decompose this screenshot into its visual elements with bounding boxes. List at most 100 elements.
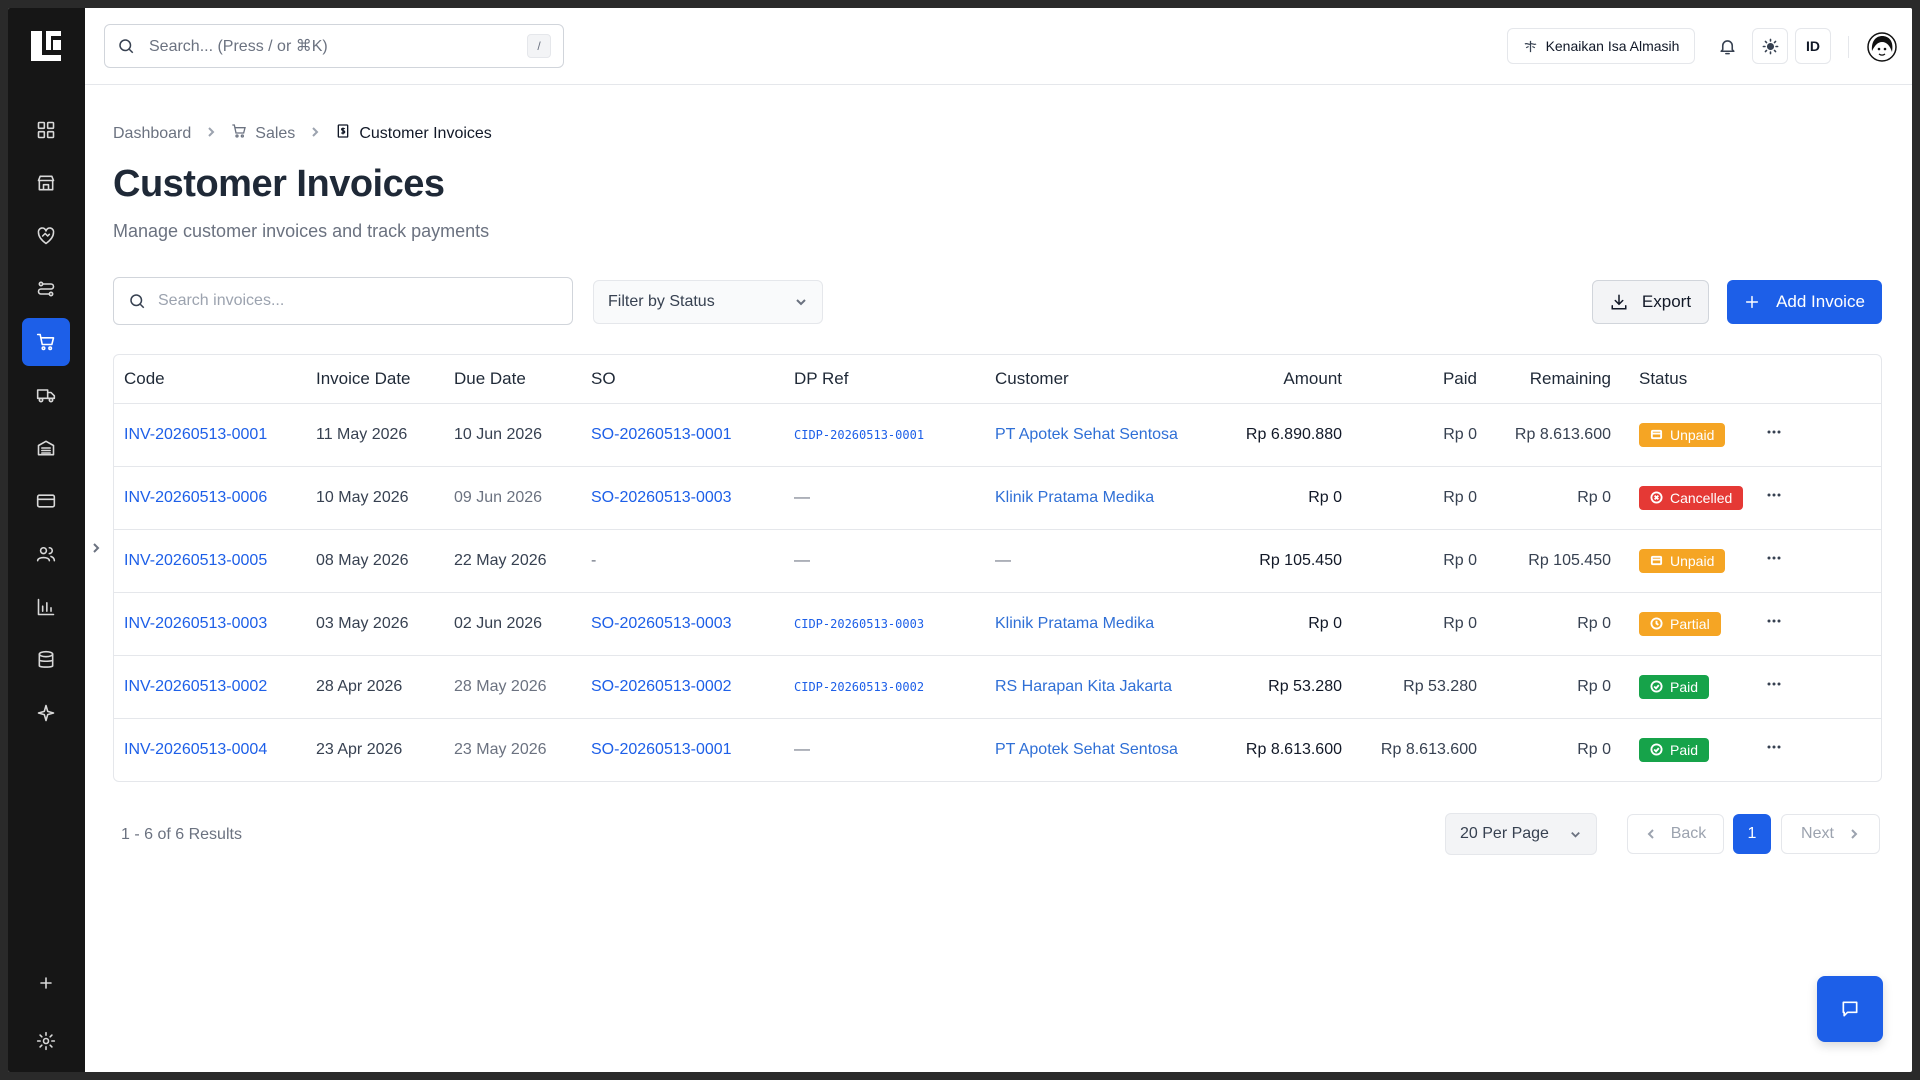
customer-link[interactable]: PT Apotek Sehat Sentosa bbox=[995, 741, 1178, 758]
table-row[interactable]: INV-20260513-0002 28 Apr 2026 28 May 2026 S… bbox=[114, 655, 1881, 719]
customer-empty: — bbox=[995, 551, 1011, 569]
remaining-cell: Rp 0 bbox=[1487, 466, 1621, 530]
status-unpaid-icon bbox=[1650, 429, 1663, 440]
status-badge: Cancelled bbox=[1639, 485, 1744, 510]
add-invoice-button[interactable]: Add Invoice bbox=[1727, 280, 1882, 324]
invoice-date-cell: 28 Apr 2026 bbox=[306, 655, 444, 719]
sidebar-item-partners[interactable] bbox=[22, 212, 70, 260]
per-page-select[interactable]: 20 Per Page bbox=[1445, 813, 1597, 855]
paid-cell: Rp 53.280 bbox=[1352, 655, 1487, 719]
sidebar-item-dashboard[interactable] bbox=[22, 106, 70, 154]
invoice-code-link[interactable]: INV-20260513-0005 bbox=[124, 552, 267, 569]
remaining-cell: Rp 0 bbox=[1487, 655, 1621, 719]
breadcrumb-sales[interactable]: Sales bbox=[231, 123, 295, 144]
app-logo[interactable] bbox=[28, 28, 64, 64]
customer-link[interactable]: PT Apotek Sehat Sentosa bbox=[995, 426, 1178, 443]
table-row[interactable]: INV-20260513-0006 10 May 2026 09 Jun 2026 S… bbox=[114, 466, 1881, 530]
table-row[interactable]: INV-20260513-0005 08 May 2026 22 May 2026-… bbox=[114, 529, 1881, 593]
users-icon bbox=[36, 546, 56, 562]
language-code: ID bbox=[1806, 38, 1820, 54]
so-link[interactable]: SO-20260513-0003 bbox=[591, 489, 732, 506]
status-label: Paid bbox=[1670, 741, 1699, 758]
pagination-page-1[interactable]: 1 bbox=[1733, 814, 1771, 854]
bar-chart-icon bbox=[37, 598, 55, 616]
sidebar-item-ai[interactable] bbox=[22, 689, 70, 737]
more-horizontal-icon bbox=[1767, 745, 1781, 749]
dp-ref-link[interactable]: CIDP-20260513-0002 bbox=[794, 680, 924, 694]
breadcrumb-current-label: Customer Invoices bbox=[359, 124, 492, 142]
pagination-next-button[interactable]: Next bbox=[1781, 814, 1880, 854]
language-button[interactable]: ID bbox=[1795, 28, 1831, 64]
breadcrumb-dashboard[interactable]: Dashboard bbox=[113, 125, 191, 143]
table-row[interactable]: INV-20260513-0003 03 May 2026 02 Jun 2026 S… bbox=[114, 592, 1881, 656]
avatar[interactable] bbox=[1865, 30, 1899, 64]
header-status[interactable]: Status bbox=[1621, 355, 1756, 404]
due-date-cell: 28 May 2026 bbox=[444, 655, 581, 719]
header-so[interactable]: SO bbox=[581, 355, 784, 404]
row-actions-button[interactable] bbox=[1766, 679, 1782, 696]
global-search-input[interactable]: Search... (Press / or ⌘K) / bbox=[104, 24, 564, 68]
so-link[interactable]: SO-20260513-0003 bbox=[591, 615, 732, 632]
chevron-down-icon bbox=[1571, 831, 1580, 838]
header-dp-ref[interactable]: DP Ref bbox=[784, 355, 985, 404]
sidebar-settings-button[interactable] bbox=[22, 1017, 70, 1065]
sidebar-add-button[interactable] bbox=[22, 959, 70, 1007]
holiday-indicator[interactable]: Kenaikan Isa Almasih bbox=[1507, 28, 1695, 64]
row-actions-button[interactable] bbox=[1766, 742, 1782, 759]
header-invoice-date[interactable]: Invoice Date bbox=[306, 355, 444, 404]
row-actions-button[interactable] bbox=[1766, 616, 1782, 633]
table-row[interactable]: INV-20260513-0004 23 Apr 2026 23 May 2026 S… bbox=[114, 718, 1881, 781]
sidebar-item-warehouse[interactable] bbox=[22, 424, 70, 472]
so-link[interactable]: SO-20260513-0001 bbox=[591, 426, 732, 443]
status-filter-select[interactable]: Filter by Status bbox=[593, 280, 823, 324]
dp-ref-link[interactable]: CIDP-20260513-0001 bbox=[794, 428, 924, 442]
invoice-code-link[interactable]: INV-20260513-0003 bbox=[124, 615, 267, 632]
amount-cell: Rp 0 bbox=[1199, 466, 1352, 530]
sidebar-item-payments[interactable] bbox=[22, 477, 70, 525]
row-actions-button[interactable] bbox=[1766, 427, 1782, 444]
sidebar-item-reports[interactable] bbox=[22, 583, 70, 631]
row-actions-button[interactable] bbox=[1766, 553, 1782, 570]
truck-icon bbox=[36, 389, 56, 403]
sidebar-item-delivery[interactable] bbox=[22, 371, 70, 419]
sparkles-icon bbox=[37, 704, 55, 722]
holiday-icon bbox=[1524, 40, 1536, 52]
customer-link[interactable]: Klinik Pratama Medika bbox=[995, 489, 1154, 506]
so-link[interactable]: SO-20260513-0001 bbox=[591, 741, 732, 758]
theme-toggle-button[interactable] bbox=[1752, 28, 1788, 64]
header-remaining[interactable]: Remaining bbox=[1487, 355, 1621, 404]
add-invoice-label: Add Invoice bbox=[1776, 292, 1865, 311]
pagination-back-button[interactable]: Back bbox=[1627, 814, 1724, 854]
row-actions-button[interactable] bbox=[1766, 490, 1782, 507]
sidebar-item-users[interactable] bbox=[22, 530, 70, 578]
so-link[interactable]: SO-20260513-0002 bbox=[591, 678, 732, 695]
more-horizontal-icon bbox=[1767, 619, 1781, 623]
invoice-code-link[interactable]: INV-20260513-0002 bbox=[124, 678, 267, 695]
search-icon bbox=[119, 39, 134, 54]
sidebar-item-database[interactable] bbox=[22, 636, 70, 684]
invoice-code-link[interactable]: INV-20260513-0004 bbox=[124, 741, 267, 758]
header-amount[interactable]: Amount bbox=[1199, 355, 1352, 404]
customer-link[interactable]: Klinik Pratama Medika bbox=[995, 615, 1154, 632]
more-horizontal-icon bbox=[1767, 556, 1781, 560]
export-button[interactable]: Export bbox=[1592, 280, 1709, 324]
header-code[interactable]: Code bbox=[114, 355, 306, 404]
header-due-date[interactable]: Due Date bbox=[444, 355, 581, 404]
cart-icon bbox=[36, 333, 55, 351]
notifications-button[interactable] bbox=[1709, 28, 1745, 64]
sidebar-item-sales[interactable] bbox=[22, 318, 70, 366]
more-horizontal-icon bbox=[1767, 430, 1781, 434]
sidebar-collapse-toggle[interactable] bbox=[90, 538, 102, 558]
invoice-date-cell: 10 May 2026 bbox=[306, 466, 444, 530]
invoice-search-input[interactable] bbox=[158, 292, 558, 310]
customer-link[interactable]: RS Harapan Kita Jakarta bbox=[995, 678, 1172, 695]
invoice-code-link[interactable]: INV-20260513-0001 bbox=[124, 426, 267, 443]
header-paid[interactable]: Paid bbox=[1352, 355, 1487, 404]
header-customer[interactable]: Customer bbox=[985, 355, 1199, 404]
invoice-code-link[interactable]: INV-20260513-0006 bbox=[124, 489, 267, 506]
sidebar-item-workflow[interactable] bbox=[22, 265, 70, 313]
table-row[interactable]: INV-20260513-0001 11 May 2026 10 Jun 2026 S… bbox=[114, 403, 1881, 467]
dp-ref-link[interactable]: CIDP-20260513-0003 bbox=[794, 617, 924, 631]
sidebar-item-store[interactable] bbox=[22, 159, 70, 207]
chat-button[interactable] bbox=[1817, 976, 1883, 1042]
